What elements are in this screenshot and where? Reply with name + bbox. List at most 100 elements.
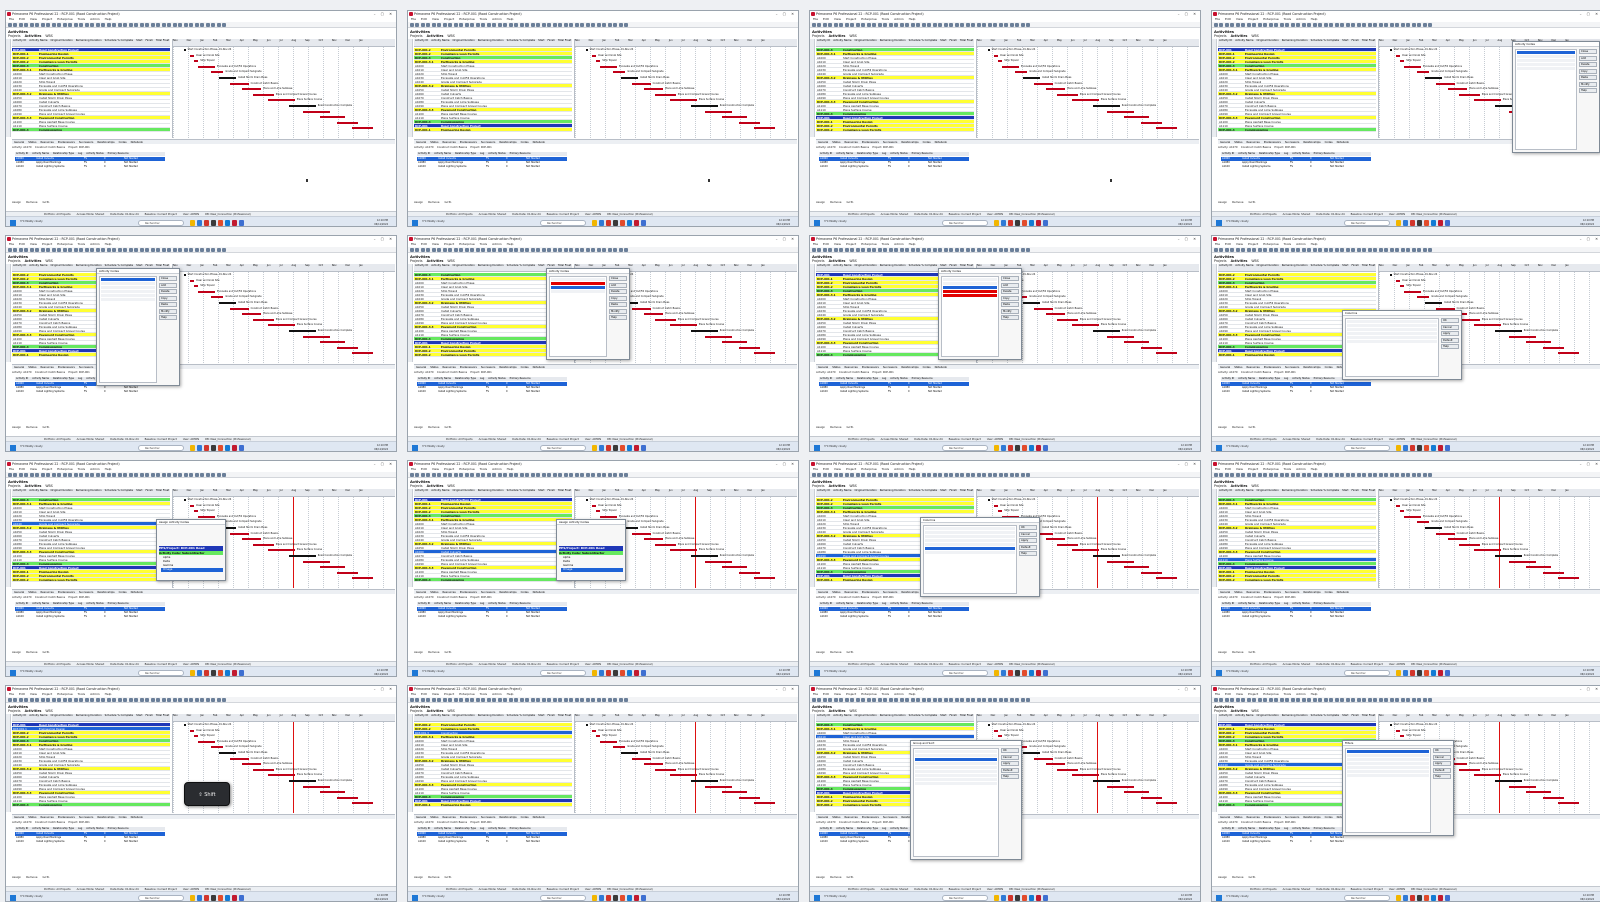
column-header[interactable]: Start	[1342, 264, 1348, 267]
activity-codes-dialog[interactable]: Activity Codes Close Add Delete Copy Paste Mod…	[546, 268, 630, 360]
toolbar-button-icon[interactable]	[563, 23, 568, 27]
toolbar-button-icon[interactable]	[822, 473, 827, 477]
windows-start-icon[interactable]	[412, 220, 418, 226]
column-header[interactable]: Original Duration	[1256, 264, 1278, 267]
toolbar-button-icon[interactable]	[982, 473, 986, 477]
gantt-bar[interactable]	[1458, 93, 1480, 96]
toolbar-button-icon[interactable]	[431, 23, 436, 27]
toolbar-button-icon[interactable]	[46, 23, 50, 27]
toolbar-button-icon[interactable]	[426, 473, 430, 477]
dialog-button[interactable]: Paste	[1579, 75, 1597, 80]
toolbar-button-icon[interactable]	[222, 698, 226, 702]
code-value-row[interactable]: Omega	[161, 568, 223, 572]
assign-button[interactable]: Assign	[12, 200, 21, 204]
gantt-bar[interactable]	[194, 510, 199, 513]
toolbar-button-icon[interactable]	[1334, 698, 1339, 702]
toolbar-button-icon[interactable]	[57, 473, 61, 477]
detail-tab-successors[interactable]: Successors	[481, 141, 495, 144]
column-header[interactable]: Start	[1342, 489, 1348, 492]
gantt-bar[interactable]	[1400, 735, 1405, 738]
toolbar-button-icon[interactable]	[916, 248, 920, 252]
toolbar-button-icon[interactable]	[497, 698, 502, 702]
column-header[interactable]: Schedule % Complete	[105, 264, 134, 267]
detail-tab-general[interactable]: General	[14, 816, 24, 819]
gantt-bar[interactable]	[1404, 65, 1421, 68]
menu-item-enterprise[interactable]: Enterprise	[57, 692, 72, 696]
toolbar-button-icon[interactable]	[921, 473, 926, 477]
taskbar-app-icon[interactable]	[218, 445, 223, 451]
toolbar-button-icon[interactable]	[409, 698, 414, 702]
taskbar-app-icon[interactable]	[627, 445, 632, 451]
column-header[interactable]: Remaining Duration	[880, 264, 906, 267]
toolbar-button-icon[interactable]	[1268, 698, 1273, 702]
toolbar-button-icon[interactable]	[1395, 23, 1399, 27]
taskbar-app-icon[interactable]	[1015, 895, 1020, 901]
toolbar-button-icon[interactable]	[1378, 23, 1383, 27]
tab-wbs[interactable]: WBS	[45, 709, 52, 713]
menu-item-project[interactable]: Project	[444, 17, 454, 21]
toolbar-button-icon[interactable]	[106, 23, 111, 27]
toolbar-button-icon[interactable]	[464, 23, 469, 27]
toolbar-button-icon[interactable]	[833, 698, 838, 702]
toolbar-button-icon[interactable]	[46, 248, 50, 252]
toolbar-button-icon[interactable]	[921, 23, 926, 27]
toolbar-button-icon[interactable]	[927, 23, 931, 27]
taskbar-app-icon[interactable]	[204, 220, 209, 226]
tab-wbs[interactable]: WBS	[849, 484, 856, 488]
toolbar-button-icon[interactable]	[29, 473, 34, 477]
detail-tab-general[interactable]: General	[818, 366, 828, 369]
activity-codes-dialog-list[interactable]	[1515, 49, 1577, 150]
toolbar-button-icon[interactable]	[29, 23, 34, 27]
column-header[interactable]: Schedule % Complete	[105, 489, 134, 492]
toolbar-button-icon[interactable]	[508, 248, 513, 252]
detail-tab-resources[interactable]: Resources	[443, 141, 456, 144]
gantt-bar[interactable]	[1124, 116, 1150, 119]
gantt-bar[interactable]	[631, 532, 651, 535]
gantt-bar[interactable]	[705, 560, 733, 563]
tab-activities[interactable]: Activities	[1231, 259, 1248, 263]
assign-button[interactable]: Assign	[1218, 875, 1227, 879]
detail-tab-general[interactable]: General	[14, 366, 24, 369]
toolbar-button-icon[interactable]	[68, 473, 72, 477]
taskbar-app-icon[interactable]	[627, 895, 632, 901]
gantt-bar[interactable]	[738, 571, 760, 574]
taskbar-app-icon[interactable]	[1424, 895, 1429, 901]
list-row[interactable]	[1347, 319, 1437, 323]
gantt-bar[interactable]	[585, 49, 588, 51]
toolbar-button-icon[interactable]	[949, 473, 953, 477]
toolbar-button-icon[interactable]	[943, 473, 948, 477]
taskbar-search-input[interactable]: Rechercher	[942, 445, 988, 451]
list-row[interactable]	[1347, 753, 1429, 757]
gantt-bar[interactable]	[303, 560, 331, 563]
toolbar-button-icon[interactable]	[1026, 23, 1030, 27]
toolbar-button-icon[interactable]	[431, 248, 436, 252]
gantt-bar[interactable]	[189, 729, 194, 732]
column-header[interactable]: Activity ID	[13, 264, 26, 267]
menu-item-file[interactable]: File	[813, 467, 818, 471]
tab-wbs[interactable]: WBS	[1251, 709, 1258, 713]
toolbar-button-icon[interactable]	[486, 473, 491, 477]
toolbar-button-icon[interactable]	[591, 248, 595, 252]
column-header[interactable]: Original Duration	[1256, 39, 1278, 42]
toolbar-button-icon[interactable]	[536, 698, 540, 702]
toolbar-button-icon[interactable]	[161, 698, 166, 702]
toolbar-button-icon[interactable]	[1009, 248, 1014, 252]
menu-item-view[interactable]: View	[834, 242, 841, 246]
toolbar-button-icon[interactable]	[866, 473, 871, 477]
left-toolbar[interactable]	[6, 264, 11, 362]
detail-tab-status[interactable]: Status	[430, 141, 438, 144]
column-header[interactable]: Start	[940, 264, 946, 267]
gantt-bar[interactable]	[1389, 724, 1392, 726]
toolbar-button-icon[interactable]	[541, 698, 546, 702]
detail-tab-status[interactable]: Status	[430, 816, 438, 819]
toolbar-button-icon[interactable]	[90, 248, 94, 252]
detail-tab-codes[interactable]: Codes	[521, 591, 529, 594]
toolbar-button-icon[interactable]	[1020, 23, 1025, 27]
toolbar-button-icon[interactable]	[178, 698, 182, 702]
gantt-bar[interactable]	[198, 515, 215, 518]
menu-item-admin[interactable]: Admin	[90, 242, 100, 246]
toolbar-button-icon[interactable]	[1400, 248, 1405, 252]
detail-tab-resources[interactable]: Resources	[845, 366, 858, 369]
menu-item-admin[interactable]: Admin	[1296, 242, 1306, 246]
toolbar-button-icon[interactable]	[960, 248, 964, 252]
